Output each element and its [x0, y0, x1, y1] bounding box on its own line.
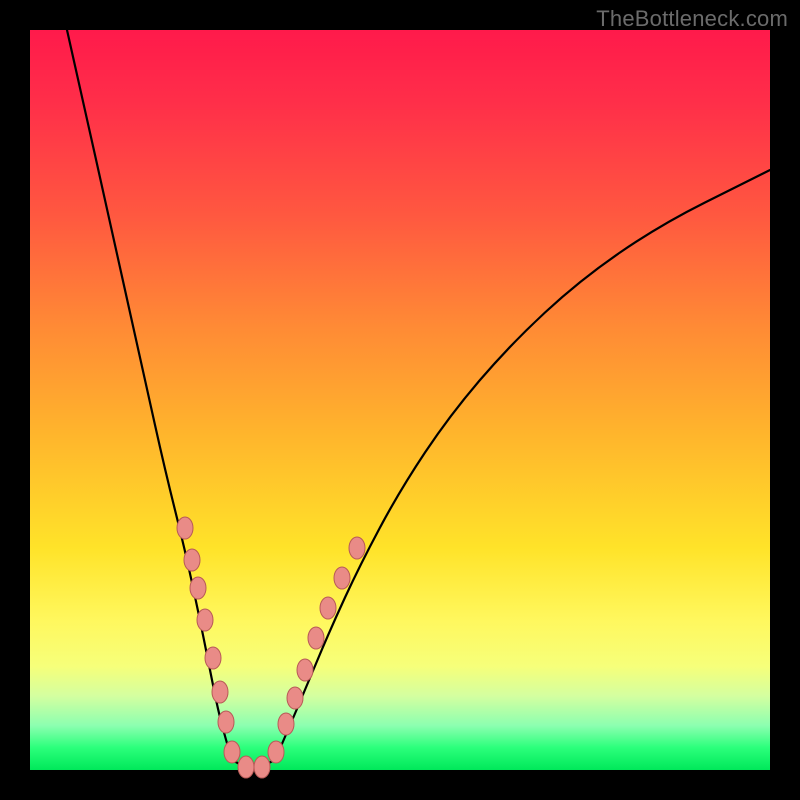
bead-marker [177, 517, 193, 539]
plot-area [30, 30, 770, 770]
bead-marker [349, 537, 365, 559]
bead-marker [205, 647, 221, 669]
bead-marker [184, 549, 200, 571]
bead-marker [308, 627, 324, 649]
bead-marker [212, 681, 228, 703]
bead-marker [218, 711, 234, 733]
chart-svg [30, 30, 770, 770]
bead-marker [268, 741, 284, 763]
bead-marker [320, 597, 336, 619]
bead-marker [197, 609, 213, 631]
bead-marker [334, 567, 350, 589]
bead-marker [287, 687, 303, 709]
bead-marker [254, 756, 270, 778]
bead-marker [297, 659, 313, 681]
chart-frame: TheBottleneck.com [0, 0, 800, 800]
bottleneck-curve [67, 30, 770, 767]
bead-marker [238, 756, 254, 778]
bead-marker [224, 741, 240, 763]
watermark-text: TheBottleneck.com [596, 6, 788, 32]
bead-marker [278, 713, 294, 735]
bead-marker [190, 577, 206, 599]
